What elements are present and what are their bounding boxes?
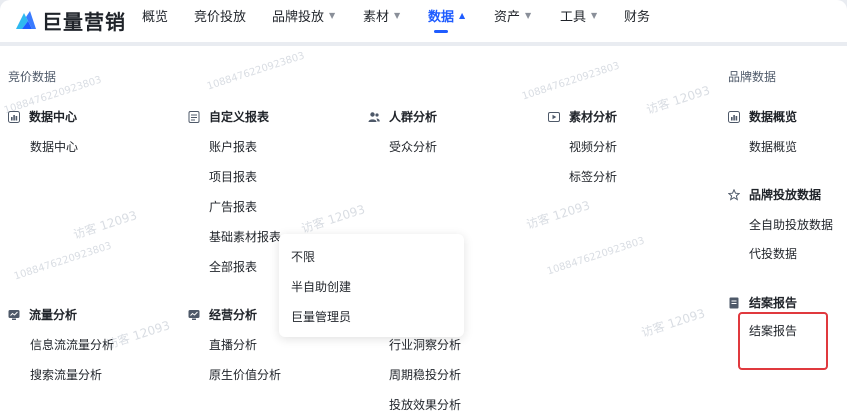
chevron-down-icon: ▼ [394, 10, 401, 20]
group-title: 素材分析 [569, 110, 618, 124]
menu-item-live-analysis[interactable]: 直播分析 [209, 336, 257, 353]
section-title-brand: 品牌数据 [728, 70, 777, 84]
bar-chart-icon [728, 110, 740, 123]
logo-icon [16, 11, 36, 29]
report-icon [188, 110, 200, 123]
nav-overview[interactable]: 概览 [142, 7, 169, 25]
watermark-visitor: 访客 12093 [524, 198, 592, 232]
chevron-down-icon: ▼ [525, 10, 532, 20]
menu-item-cycle-stable-delivery[interactable]: 周期稳投分析 [389, 366, 461, 383]
nav-label: 数据 [428, 9, 455, 25]
group-traffic: 流量分析 [8, 306, 77, 323]
nav-assets[interactable]: 资产 ▼ [494, 7, 532, 25]
users-icon [368, 111, 380, 122]
group-title: 结案报告 [749, 296, 798, 310]
group-title: 数据中心 [29, 110, 78, 124]
group-audience: 人群分析 [368, 108, 437, 125]
group-data-center: 数据中心 [8, 108, 77, 125]
menu-item-tag-analysis[interactable]: 标签分析 [569, 168, 617, 185]
data-mega-menu: 1088476220923803 1088476220923803 108847… [0, 46, 847, 415]
menu-item-audience-analysis[interactable]: 受众分析 [389, 138, 437, 155]
menu-item-data-overview[interactable]: 数据概览 [749, 138, 797, 155]
menu-item-native-value-analysis[interactable]: 原生价值分析 [209, 366, 281, 383]
menu-item-self-service-delivery[interactable]: 全自助投放数据 [749, 216, 833, 233]
menu-item-video-analysis[interactable]: 视频分析 [569, 138, 617, 155]
chevron-up-icon: ▲ [459, 10, 466, 20]
highlight-annotation [738, 312, 828, 370]
section-title-bidding: 竞价数据 [8, 70, 57, 84]
watermark-visitor: 访客 12093 [71, 208, 139, 242]
group-custom-report: 自定义报表 [188, 108, 269, 125]
dropdown-option-semi-self-service[interactable]: 半自助创建 [291, 278, 351, 295]
nav-brand[interactable]: 品牌投放 ▼ [272, 7, 336, 25]
report-filter-dropdown: 不限 半自助创建 巨量管理员 [279, 234, 464, 337]
group-operation: 经营分析 [188, 306, 257, 323]
nav-label: 工具 [560, 9, 587, 25]
nav-label: 资产 [494, 9, 521, 25]
group-title: 品牌投放数据 [749, 188, 822, 202]
menu-item-industry-insight[interactable]: 行业洞察分析 [389, 336, 461, 353]
logo-text: 巨量营销 [42, 9, 126, 34]
group-title: 人群分析 [389, 110, 438, 124]
menu-item-ad-report[interactable]: 广告报表 [209, 198, 257, 215]
group-brand-overview: 数据概览 [728, 108, 797, 125]
menu-item-delivery-effect[interactable]: 投放效果分析 [389, 396, 461, 413]
group-settlement: 结案报告 [728, 294, 797, 311]
group-title: 流量分析 [29, 308, 78, 322]
nav-material[interactable]: 素材 ▼ [363, 7, 401, 25]
nav-finance[interactable]: 财务 [624, 7, 651, 25]
menu-item-agency-delivery[interactable]: 代投数据 [749, 245, 797, 262]
menu-item-feed-traffic[interactable]: 信息流流量分析 [30, 336, 114, 353]
dropdown-option-admin[interactable]: 巨量管理员 [291, 308, 351, 325]
monitor-icon [188, 309, 200, 320]
menu-item-all-reports[interactable]: 全部报表 [209, 258, 257, 275]
watermark-visitor: 访客 12093 [639, 306, 707, 340]
group-brand-delivery: 品牌投放数据 [728, 186, 821, 203]
watermark-visitor: 访客 12093 [299, 202, 367, 236]
top-nav-bar: 巨量营销 概览 竞价投放 品牌投放 ▼ 素材 ▼ 数据 ▲ 资产 ▼ 工具 ▼ … [0, 0, 847, 42]
chevron-down-icon: ▼ [329, 10, 336, 20]
video-icon [548, 111, 560, 122]
logo[interactable]: 巨量营销 [14, 6, 126, 34]
nav-data[interactable]: 数据 ▲ [428, 7, 466, 25]
menu-item-project-report[interactable]: 项目报表 [209, 168, 257, 185]
watermark-id: 1088476220923803 [545, 235, 647, 278]
watermark-id: 1088476220923803 [12, 240, 114, 283]
group-material: 素材分析 [548, 108, 617, 125]
watermark-id: 1088476220923803 [520, 60, 622, 103]
watermark-visitor: 访客 12093 [644, 83, 712, 117]
watermark-visitor: 访客 12093 [104, 318, 172, 352]
menu-item-search-traffic[interactable]: 搜索流量分析 [30, 366, 102, 383]
nav-bidding[interactable]: 竞价投放 [194, 7, 247, 25]
dropdown-option-unlimited[interactable]: 不限 [291, 248, 315, 265]
menu-item-data-center[interactable]: 数据中心 [30, 138, 78, 155]
nav-tools[interactable]: 工具 ▼ [560, 7, 598, 25]
nav-label: 品牌投放 [272, 9, 325, 25]
star-icon [728, 188, 740, 201]
nav-label: 素材 [363, 9, 390, 25]
group-title: 数据概览 [749, 110, 798, 124]
bar-chart-icon [8, 110, 20, 123]
group-title: 经营分析 [209, 308, 258, 322]
nav-label: 概览 [142, 9, 169, 25]
chevron-down-icon: ▼ [591, 10, 598, 20]
nav-label: 竞价投放 [194, 9, 247, 25]
menu-item-account-report[interactable]: 账户报表 [209, 138, 257, 155]
nav-label: 财务 [624, 9, 651, 25]
document-icon [729, 297, 739, 308]
monitor-icon [8, 309, 20, 320]
menu-item-basic-material-report[interactable]: 基础素材报表 [209, 228, 281, 245]
group-title: 自定义报表 [209, 110, 270, 124]
watermark-id: 1088476220923803 [205, 50, 307, 93]
nav-active-indicator [434, 30, 448, 33]
